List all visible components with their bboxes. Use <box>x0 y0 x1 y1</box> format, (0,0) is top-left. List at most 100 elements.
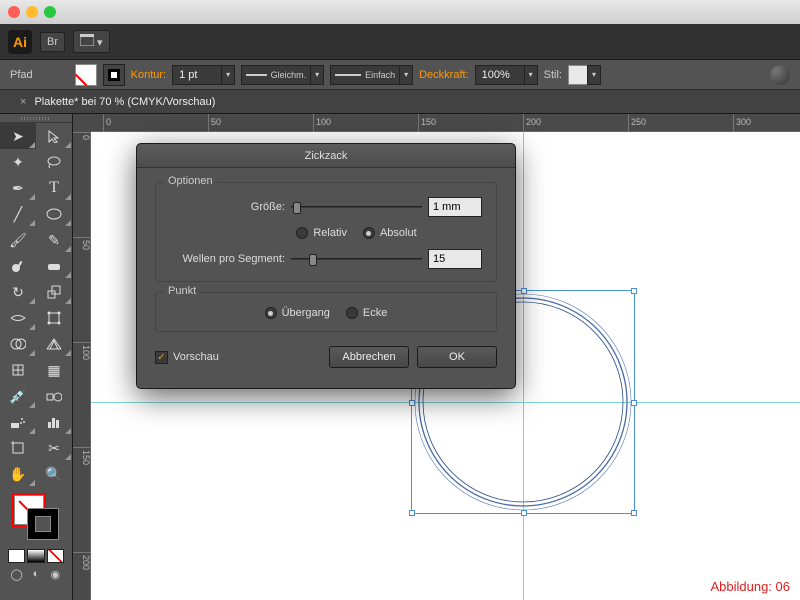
relative-radio[interactable]: Relativ <box>296 227 347 239</box>
stroke-swatch[interactable] <box>103 64 125 86</box>
ruler-tick: 300 <box>733 114 751 132</box>
selection-handle[interactable] <box>631 510 637 516</box>
fill-swatch[interactable] <box>75 64 97 86</box>
fill-stroke-indicator[interactable] <box>6 493 66 543</box>
selection-handle[interactable] <box>521 288 527 294</box>
stroke-width-profile-dropdown[interactable] <box>310 65 324 85</box>
draw-mode-normal[interactable]: ◯ <box>8 567 25 581</box>
window-titlebar <box>0 0 800 24</box>
preview-checkbox[interactable]: ✓Vorschau <box>155 351 219 364</box>
ruler-tick: 150 <box>73 447 91 465</box>
options-group-label: Optionen <box>164 175 217 187</box>
absolute-radio[interactable]: Absolut <box>363 227 417 239</box>
dialog-title[interactable]: Zickzack <box>137 144 515 168</box>
selection-handle[interactable] <box>409 510 415 516</box>
lasso-tool[interactable] <box>36 149 72 175</box>
zoom-tool[interactable]: 🔍 <box>36 461 72 487</box>
size-input[interactable]: 1 mm <box>428 197 482 217</box>
brush-definition[interactable]: Einfach <box>330 65 400 85</box>
ruler-tick: 0 <box>73 132 91 140</box>
gradient-tool[interactable]: ▦ <box>36 357 72 383</box>
color-mode-gradient[interactable] <box>27 549 44 563</box>
arrange-docs-button[interactable]: ▾ <box>73 30 110 53</box>
corner-radio[interactable]: Ecke <box>346 307 387 319</box>
zigzag-dialog: Zickzack Optionen Größe: 1 mm Relativ Ab… <box>136 143 516 389</box>
eraser-tool[interactable] <box>36 253 72 279</box>
draw-mode-behind[interactable]: ◐ <box>27 567 44 581</box>
rotate-tool[interactable]: ↻ <box>0 279 36 305</box>
shape-builder-tool[interactable] <box>0 331 36 357</box>
tools-panel-handle[interactable] <box>0 114 72 123</box>
pen-tool[interactable]: ✒ <box>0 175 36 201</box>
stroke-weight-dropdown[interactable] <box>221 65 235 85</box>
line-tool[interactable]: ╱ <box>0 201 36 227</box>
maximize-window-button[interactable] <box>44 6 56 18</box>
graphic-style-dropdown[interactable] <box>587 65 601 85</box>
style-label: Stil: <box>544 69 562 81</box>
ruler-tick: 0 <box>103 114 111 132</box>
opacity-dropdown[interactable] <box>524 65 538 85</box>
magic-wand-tool[interactable]: ✦ <box>0 149 36 175</box>
mesh-tool[interactable] <box>0 357 36 383</box>
ok-button[interactable]: OK <box>417 346 497 368</box>
draw-mode-inside[interactable]: ◉ <box>47 567 64 581</box>
smooth-radio-label: Übergang <box>282 307 330 319</box>
selection-handle[interactable] <box>631 400 637 406</box>
close-tab-button[interactable]: × <box>20 96 26 108</box>
ruler-tick: 100 <box>73 342 91 360</box>
document-tab-bar: × Plakette* bei 70 % (CMYK/Vorschau) <box>0 90 800 114</box>
color-mode-solid[interactable] <box>8 549 25 563</box>
width-tool[interactable] <box>0 305 36 331</box>
smooth-radio[interactable]: Übergang <box>265 307 330 319</box>
close-window-button[interactable] <box>8 6 20 18</box>
graphic-style-swatch[interactable] <box>568 65 588 85</box>
direct-selection-tool[interactable] <box>36 123 72 149</box>
size-slider[interactable] <box>291 200 422 214</box>
selection-handle[interactable] <box>521 510 527 516</box>
selection-handle[interactable] <box>409 400 415 406</box>
absolute-radio-label: Absolut <box>380 227 417 239</box>
ridges-slider[interactable] <box>291 252 422 266</box>
ellipse-tool[interactable] <box>36 201 72 227</box>
app-menubar: Ai Br ▾ <box>0 24 800 60</box>
paintbrush-tool[interactable]: 🖌 <box>0 227 36 253</box>
slice-tool[interactable]: ✂ <box>36 435 72 461</box>
selection-type-label: Pfad <box>10 69 33 81</box>
column-graph-tool[interactable] <box>36 409 72 435</box>
stroke-indicator[interactable] <box>28 509 58 539</box>
perspective-grid-tool[interactable] <box>36 331 72 357</box>
stroke-weight-input[interactable]: 1 pt <box>172 65 222 85</box>
minimize-window-button[interactable] <box>26 6 38 18</box>
free-transform-tool[interactable] <box>36 305 72 331</box>
blob-brush-tool[interactable] <box>0 253 36 279</box>
pencil-tool[interactable]: ✎ <box>36 227 72 253</box>
type-tool[interactable]: T <box>36 175 72 201</box>
selection-tool[interactable]: ➤ <box>0 123 36 149</box>
color-mode-none[interactable] <box>47 549 64 563</box>
horizontal-ruler[interactable]: 0 50 100 150 200 250 300 <box>91 114 800 132</box>
selection-handle[interactable] <box>631 288 637 294</box>
document-tab-title[interactable]: Plakette* bei 70 % (CMYK/Vorschau) <box>34 96 215 108</box>
size-label: Größe: <box>170 201 285 213</box>
figure-caption: Abbildung: 06 <box>710 579 790 594</box>
ruler-tick: 100 <box>313 114 331 132</box>
symbol-sprayer-tool[interactable] <box>0 409 36 435</box>
blend-tool[interactable] <box>36 383 72 409</box>
ruler-tick: 200 <box>523 114 541 132</box>
point-group: Punkt Übergang Ecke <box>155 292 497 332</box>
relative-radio-label: Relativ <box>313 227 347 239</box>
opacity-label: Deckkraft: <box>419 69 469 81</box>
corner-radio-label: Ecke <box>363 307 387 319</box>
scale-tool[interactable] <box>36 279 72 305</box>
cancel-button[interactable]: Abbrechen <box>329 346 409 368</box>
artboard-tool[interactable] <box>0 435 36 461</box>
stroke-width-profile[interactable]: Gleichm. <box>241 65 311 85</box>
hand-tool[interactable]: ✋ <box>0 461 36 487</box>
eyedropper-tool[interactable]: 💉 <box>0 383 36 409</box>
opacity-input[interactable]: 100% <box>475 65 525 85</box>
bridge-button[interactable]: Br <box>40 32 65 52</box>
brush-definition-dropdown[interactable] <box>399 65 413 85</box>
vertical-ruler[interactable]: 0 50 100 150 200 <box>73 132 91 600</box>
ridges-input[interactable]: 15 <box>428 249 482 269</box>
document-setup-icon[interactable] <box>770 65 790 85</box>
